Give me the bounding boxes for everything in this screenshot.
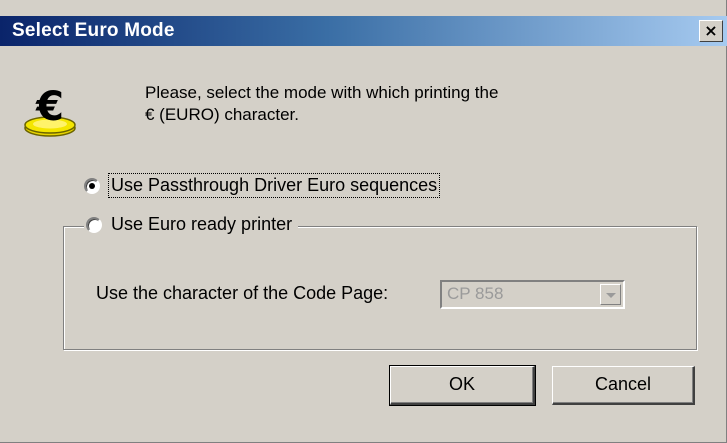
- prompt-line-1: Please, select the mode with which print…: [145, 83, 499, 102]
- euro-ready-label[interactable]: Use Euro ready printer: [111, 214, 292, 235]
- euro-coin-icon: €: [24, 84, 76, 137]
- select-euro-mode-dialog: Select Euro Mode × € Please, select the …: [0, 0, 727, 443]
- option-euro-ready[interactable]: Use Euro ready printer: [84, 214, 299, 235]
- passthrough-radio[interactable]: [84, 177, 100, 194]
- codepage-selected-value: CP 858: [447, 284, 504, 303]
- cancel-button[interactable]: Cancel: [552, 366, 695, 405]
- title-bar[interactable]: Select Euro Mode ×: [0, 16, 727, 46]
- passthrough-label[interactable]: Use Passthrough Driver Euro sequences: [107, 173, 441, 198]
- euro-ready-radio[interactable]: [86, 216, 102, 233]
- prompt-line-2: € (EURO) character.: [145, 105, 299, 124]
- chevron-down-icon[interactable]: [600, 284, 621, 305]
- codepage-label: Use the character of the Code Page:: [96, 283, 389, 303]
- ok-button[interactable]: OK: [389, 365, 536, 406]
- euro-glyph: €: [35, 84, 64, 130]
- prompt-text: Please, select the mode with which print…: [145, 82, 605, 126]
- window-title: Select Euro Mode: [12, 20, 175, 41]
- close-icon: ×: [704, 21, 718, 40]
- codepage-select[interactable]: CP 858: [440, 280, 625, 309]
- close-button[interactable]: ×: [699, 20, 723, 42]
- option-passthrough[interactable]: Use Passthrough Driver Euro sequences: [84, 173, 441, 198]
